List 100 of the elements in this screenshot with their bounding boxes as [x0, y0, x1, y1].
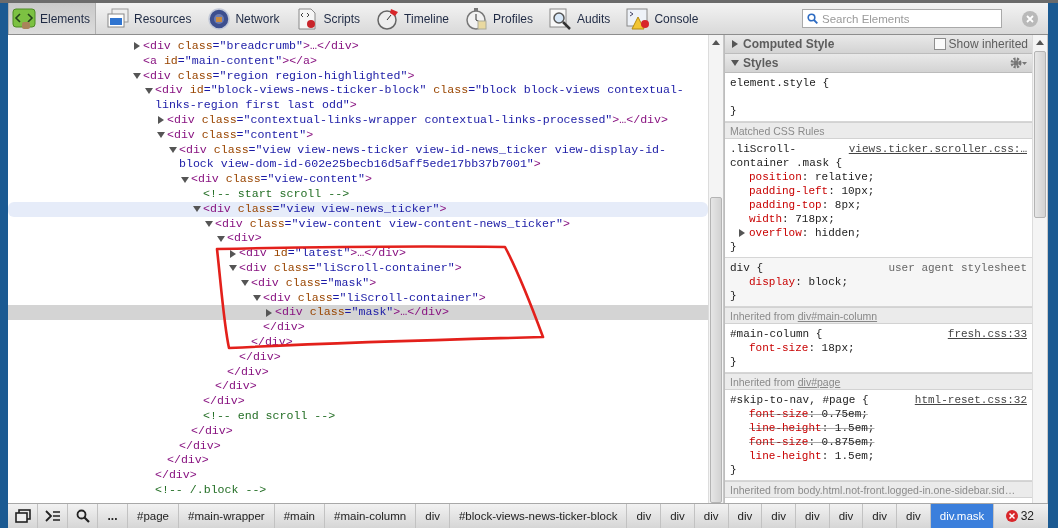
- closing-tag: </div>: [251, 334, 700, 350]
- css-selector: div {: [730, 262, 763, 274]
- rule-source[interactable]: html-reset.css:32: [914, 393, 1027, 407]
- html-tag: <div class="region region-highlighted">: [143, 68, 700, 84]
- html-tag: <div id="block-views-news-ticker-block" class="block block-views contextual-links-region first last odd">: [155, 83, 700, 113]
- html-tag: <div id="latest">…</div>: [239, 246, 700, 261]
- html-tag: <div class="liScroll-container">: [239, 260, 700, 276]
- scroll-up-arrow-icon[interactable]: [712, 40, 720, 45]
- html-tag: <a id="main-content"></a>: [143, 53, 700, 69]
- expand-arrow-icon[interactable]: [738, 229, 746, 237]
- more-button[interactable]: ...: [98, 504, 128, 528]
- collapse-arrow-icon[interactable]: [145, 86, 153, 95]
- scrollbar[interactable]: [708, 35, 724, 503]
- closing-tag: </div>: [239, 349, 700, 365]
- breadcrumb[interactable]: div: [627, 504, 662, 528]
- pane-header[interactable]: Computed Style Show inherited: [725, 35, 1032, 54]
- html-tag: <div class="view view-news_ticker">: [203, 201, 700, 217]
- magnifier-icon: [549, 7, 573, 30]
- expand-arrow-icon[interactable]: [229, 249, 237, 258]
- closing-brace: }: [730, 105, 737, 117]
- html-tag: <div class="breadcrumb">…</div>: [143, 39, 700, 54]
- pane-header[interactable]: Styles: [725, 54, 1032, 73]
- error-icon: [1005, 510, 1018, 522]
- error-count: 32: [1020, 509, 1034, 523]
- breadcrumb[interactable]: div: [694, 504, 729, 528]
- breadcrumb[interactable]: div: [795, 504, 830, 528]
- breadcrumb[interactable]: div.mask: [930, 504, 995, 528]
- panel-tab[interactable]: Profiles: [461, 3, 539, 34]
- breadcrumb[interactable]: div: [863, 504, 898, 528]
- breadcrumb[interactable]: #main: [274, 504, 325, 528]
- breadcrumb[interactable]: div: [897, 504, 931, 528]
- panel-tab[interactable]: Timeline: [372, 3, 455, 34]
- html-tag: <div class="view-content view-content-news_ticker">: [215, 216, 700, 232]
- expand-arrow-icon[interactable]: [265, 308, 273, 317]
- breadcrumb[interactable]: div: [829, 504, 864, 528]
- css-property: width: 718px;: [749, 213, 835, 225]
- html-comment: <!-- end scroll -->: [203, 408, 337, 424]
- closing-brace: }: [730, 241, 737, 253]
- panel-tab[interactable]: Resources: [102, 3, 198, 34]
- breadcrumb[interactable]: div: [762, 504, 796, 528]
- css-property: font-size: 0.75em;: [749, 408, 868, 420]
- css-property: line-height: 1.5em;: [749, 422, 875, 434]
- breadcrumb[interactable]: #page: [128, 504, 179, 528]
- expand-arrow-icon[interactable]: [731, 40, 739, 48]
- collapse-arrow-icon[interactable]: [169, 145, 177, 154]
- breadcrumb[interactable]: div: [661, 504, 695, 528]
- panel-tab[interactable]: Audits: [545, 3, 617, 34]
- css-property: display: block;: [749, 276, 849, 288]
- hovered-node-row[interactable]: <div class="view view-news_ticker">: [8, 201, 708, 217]
- collapse-arrow-icon[interactable]: [229, 264, 237, 273]
- brackets-icon: [12, 7, 36, 30]
- collapse-arrow-icon[interactable]: [133, 72, 141, 80]
- css-selector: #main-column {: [730, 328, 823, 340]
- collapse-arrow-icon[interactable]: [217, 234, 225, 243]
- panel-tab[interactable]: Scripts: [291, 3, 367, 34]
- html-tag: <div class="view view-news-ticker view-id-news_ticker view-display-id-block view-dom-id-602e25becb16d5aff5ede17bb37b7001">: [179, 142, 700, 173]
- gear-icon[interactable]: [1010, 57, 1028, 69]
- rule-source[interactable]: fresh.css:33: [947, 327, 1027, 341]
- html-tag: <div class="contextual-links-wrapper contextual-links-processed">…</div>: [167, 113, 700, 128]
- closing-tag: </div>: [179, 438, 700, 454]
- collapse-arrow-icon[interactable]: [157, 131, 165, 140]
- checkbox[interactable]: [933, 38, 946, 50]
- breadcrumb[interactable]: #block-views-news-ticker-block: [449, 504, 628, 528]
- css-property: padding-left: 10px;: [749, 185, 875, 197]
- html-tag: <div>: [227, 231, 700, 247]
- closing-tag: </div>: [203, 394, 700, 409]
- css-property: position: relative;: [749, 171, 875, 183]
- panel-tab[interactable]: Elements: [8, 3, 97, 34]
- collapse-arrow-icon[interactable]: [731, 59, 739, 67]
- html-tag: <div class="content">: [167, 127, 700, 143]
- collapse-arrow-icon[interactable]: [253, 293, 261, 302]
- panel-tab[interactable]: Console: [622, 3, 705, 34]
- documents-icon: [106, 7, 131, 30]
- expand-arrow-icon[interactable]: [157, 116, 165, 125]
- close-icon: [1026, 14, 1034, 23]
- rule-source[interactable]: views.ticker.scroller.css:…: [848, 142, 1027, 156]
- rule-source: user agent stylesheet: [888, 261, 1027, 275]
- html-tag: <div class="mask">: [251, 275, 700, 291]
- css-property: overflow: hidden;: [749, 227, 862, 239]
- closing-tag: </div>: [263, 320, 700, 335]
- search-icon: [75, 509, 90, 523]
- expand-arrow-icon[interactable]: [133, 42, 141, 51]
- breadcrumb[interactable]: #main-wrapper: [179, 504, 275, 528]
- search-field[interactable]: Search Elements: [802, 9, 1002, 28]
- breadcrumb[interactable]: div: [416, 504, 450, 528]
- breadcrumb[interactable]: div: [728, 504, 763, 528]
- collapse-arrow-icon[interactable]: [193, 205, 201, 214]
- scroll-up-arrow-icon[interactable]: [1036, 40, 1044, 45]
- closing-tag: </div>: [191, 423, 700, 439]
- scrollbar[interactable]: [1032, 35, 1048, 503]
- breadcrumb[interactable]: #main-column: [325, 504, 417, 528]
- collapse-arrow-icon[interactable]: [205, 219, 213, 228]
- windows-icon: [14, 509, 31, 523]
- collapse-arrow-icon[interactable]: [241, 279, 249, 288]
- selected-node-row[interactable]: <div class="mask">…</div>: [8, 305, 708, 321]
- section-header: Inherited from: [730, 375, 796, 388]
- collapse-arrow-icon[interactable]: [181, 175, 189, 184]
- panel-tab[interactable]: Network: [203, 3, 286, 34]
- console-warning-icon: [626, 7, 651, 30]
- closing-brace: }: [730, 464, 737, 476]
